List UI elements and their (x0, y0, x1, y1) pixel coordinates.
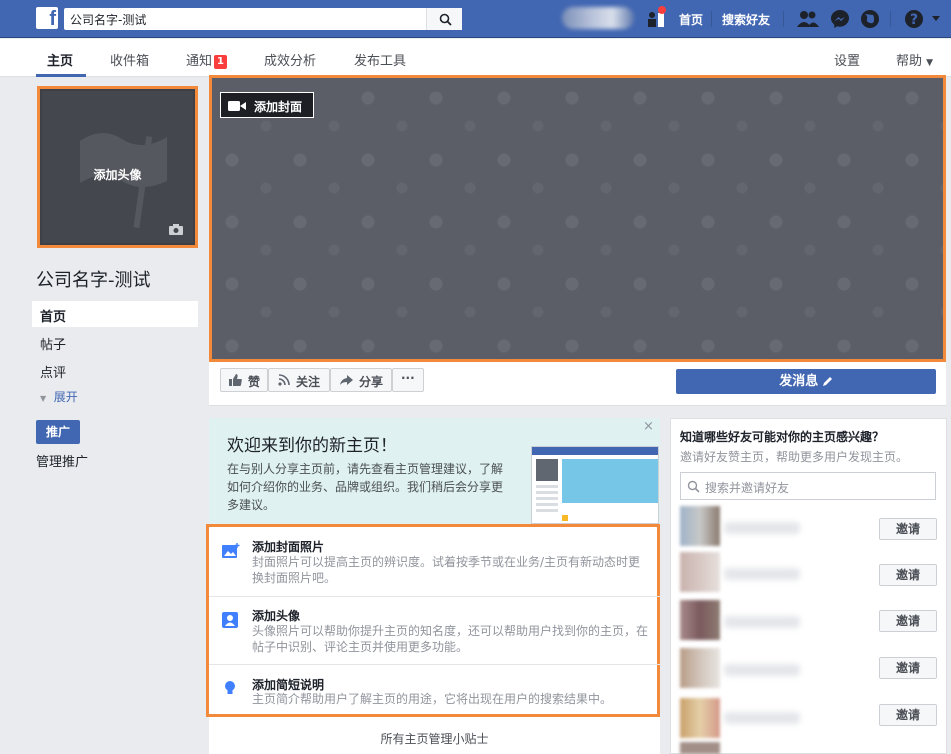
thumbs-up-icon (229, 374, 242, 386)
profile-picture[interactable]: 添加头像 (37, 86, 198, 248)
search-icon (439, 13, 452, 26)
tab-notifications[interactable]: 通知 1 (186, 50, 227, 69)
tab-settings[interactable]: 设置 (834, 50, 860, 69)
search-input[interactable]: 公司名字-测试 (64, 8, 462, 30)
lightbulb-icon (225, 681, 235, 694)
friend-avatar[interactable] (680, 648, 720, 688)
friend-avatar[interactable] (680, 506, 720, 546)
divider (209, 664, 660, 665)
divider (711, 11, 712, 27)
left-nav-posts[interactable]: 帖子 (32, 329, 198, 355)
invite-search-input[interactable]: 搜索并邀请好友 (680, 472, 936, 500)
share-arrow-icon (340, 375, 353, 385)
invite-search-placeholder: 搜索并邀请好友 (705, 481, 790, 495)
send-message-button[interactable]: 发消息 (676, 369, 936, 394)
divider (209, 596, 660, 597)
page-tab-bar: 主页 收件箱 通知 1 成效分析 发布工具 设置 帮助 ▼ (0, 39, 951, 77)
tip-profile-title[interactable]: 添加头像 (252, 607, 300, 624)
more-options-button[interactable]: ··· (392, 368, 424, 392)
tab-home[interactable]: 主页 (47, 50, 73, 69)
add-cover-label: 添加封面 (254, 100, 303, 114)
caret-down-icon: ▼ (926, 58, 934, 68)
tip-profile-description: 头像照片可以帮助你提升主页的知名度，还可以帮助用户找到你的主页，在帖子中识别、评… (252, 624, 649, 654)
add-profile-picture-label: 添加头像 (93, 168, 142, 182)
tab-notifications-label: 通知 (186, 54, 213, 69)
friend-avatar[interactable] (680, 698, 720, 738)
welcome-title: 欢迎来到你的新主页！ (227, 436, 397, 456)
friend-name[interactable] (724, 616, 800, 628)
left-nav-reviews[interactable]: 点评 (32, 357, 198, 383)
friend-name[interactable] (724, 664, 800, 676)
facebook-logo[interactable]: f (36, 7, 58, 30)
share-button[interactable]: 分享 (330, 368, 392, 392)
divider (783, 11, 784, 27)
search-icon (687, 480, 700, 493)
top-navigation-bar: f 公司名字-测试 首页 搜索好友 ? (0, 0, 951, 38)
rss-icon (278, 374, 290, 386)
invite-button[interactable]: 邀请 (879, 657, 937, 679)
cover-photo-area[interactable] (209, 75, 946, 362)
follow-button[interactable]: 关注 (268, 368, 330, 392)
close-icon[interactable]: × (643, 419, 654, 434)
more-options-icon: ··· (401, 371, 415, 385)
promote-button[interactable]: 推广 (36, 420, 80, 444)
friend-name[interactable] (724, 712, 800, 724)
divider (890, 11, 891, 27)
follow-label: 关注 (296, 375, 321, 389)
friends-icon[interactable] (797, 9, 819, 29)
tab-publishing-tools[interactable]: 发布工具 (354, 50, 406, 69)
friend-name[interactable] (724, 522, 800, 534)
friend-name[interactable] (724, 568, 800, 580)
invite-button[interactable]: 邀请 (879, 518, 937, 540)
tip-cover-description: 封面照片可以提高主页的辨识度。试着按季节或在业务/主页有新动态时更换封面照片吧。 (252, 555, 641, 585)
active-tab-indicator (36, 74, 86, 77)
camera-icon[interactable] (169, 224, 183, 235)
notification-badge: 1 (214, 55, 227, 69)
send-message-label: 发消息 (779, 374, 819, 389)
tab-inbox[interactable]: 收件箱 (110, 50, 149, 69)
all-tips-link[interactable]: 所有主页管理小贴士 (209, 730, 660, 747)
see-more-label: 展开 (53, 390, 78, 404)
add-cover-button[interactable]: 添加封面 (220, 92, 314, 118)
friend-avatar[interactable] (680, 742, 720, 754)
pencil-icon (822, 377, 832, 386)
profile-avatar[interactable] (562, 7, 634, 29)
globe-icon[interactable] (860, 9, 880, 29)
share-label: 分享 (359, 375, 384, 389)
notification-dot (658, 6, 666, 14)
invite-button[interactable]: 邀请 (879, 610, 937, 632)
page-name[interactable]: 公司名字-测试 (36, 266, 151, 292)
see-more-link[interactable]: ▼ 展开 (40, 388, 78, 405)
find-friends-link[interactable]: 搜索好友 (722, 11, 770, 28)
invite-button[interactable]: 邀请 (879, 704, 937, 726)
invite-subtitle: 邀请好友赞主页，帮助更多用户发现主页。 (680, 450, 909, 464)
tab-help-label: 帮助 (896, 54, 923, 69)
help-icon[interactable]: ? (904, 9, 924, 29)
search-value: 公司名字-测试 (70, 13, 147, 27)
profile-picture-icon (222, 612, 238, 628)
home-link[interactable]: 首页 (679, 11, 703, 28)
search-button[interactable] (426, 8, 462, 30)
chevron-down-icon: ▼ (40, 394, 47, 403)
invite-button[interactable]: 邀请 (879, 564, 937, 586)
invite-title: 知道哪些好友可能对你的主页感兴趣？ (680, 430, 885, 444)
caret-down-icon[interactable] (932, 16, 940, 22)
like-label: 赞 (248, 375, 261, 389)
tab-help[interactable]: 帮助 ▼ (896, 50, 933, 69)
friend-avatar[interactable] (680, 600, 720, 640)
add-photo-icon (222, 543, 240, 558)
like-button[interactable]: 赞 (220, 368, 268, 392)
friend-avatar[interactable] (680, 552, 720, 592)
tip-cover-title[interactable]: 添加封面照片 (252, 538, 324, 555)
profile-placeholder: 添加头像 (42, 91, 193, 243)
video-camera-icon (228, 101, 246, 111)
left-nav-home[interactable]: 首页 (32, 301, 198, 327)
tab-insights[interactable]: 成效分析 (264, 50, 316, 69)
messenger-icon[interactable] (830, 9, 850, 29)
page-illustration (531, 446, 659, 524)
manage-promotions-link[interactable]: 管理推广 (36, 451, 88, 470)
welcome-description: 在与别人分享主页前，请先查看主页管理建议，了解如何介绍你的业务、品牌或组织。我们… (227, 462, 504, 512)
svg-text:?: ? (910, 12, 918, 28)
tip-description-description: 主页简介帮助用户了解主页的用途，它将出现在用户的搜索结果中。 (252, 692, 613, 706)
